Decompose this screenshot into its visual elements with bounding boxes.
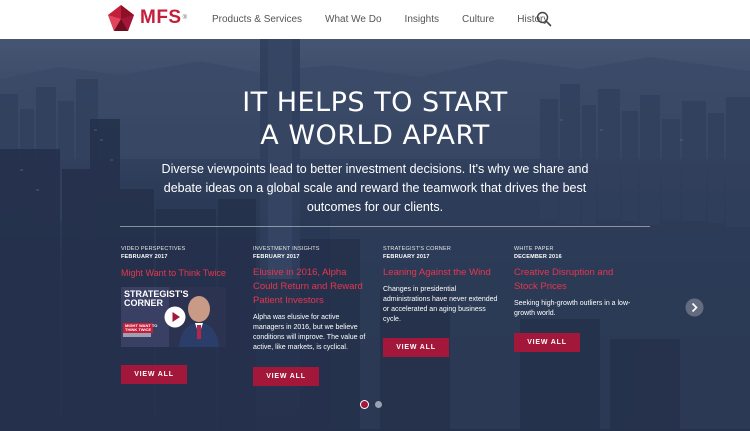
nav-culture[interactable]: Culture [462, 14, 494, 25]
nav-insights[interactable]: Insights [405, 14, 439, 25]
card-white-paper: WHITE PAPER DECEMBER 2016 Creative Disru… [514, 245, 632, 352]
card-title-link[interactable]: Creative Disruption and Stock Prices [514, 266, 632, 294]
mfs-logo-icon [108, 5, 134, 31]
card-video-perspectives: VIDEO PERSPECTIVES FEBRUARY 2017 Might W… [121, 245, 239, 384]
hero-divider [120, 226, 650, 227]
logo-registered-mark: ® [182, 15, 188, 21]
hero-section: IT HELPS TO START A WORLD APART Diverse … [0, 39, 750, 431]
hero-headline: IT HELPS TO START A WORLD APART [0, 86, 750, 152]
play-icon[interactable] [164, 306, 186, 328]
view-all-button[interactable]: VIEW ALL [121, 365, 187, 384]
card-date: FEBRUARY 2017 [121, 254, 168, 260]
card-title-link[interactable]: Elusive in 2016, Alpha Could Return and … [253, 266, 371, 308]
card-category: VIDEO PERSPECTIVES [121, 246, 186, 252]
view-all-button[interactable]: VIEW ALL [514, 333, 580, 352]
card-title-link[interactable]: Might Want to Think Twice [121, 266, 239, 280]
nav-products-services[interactable]: Products & Services [212, 14, 302, 25]
card-body: Alpha was elusive for active managers in… [253, 314, 366, 351]
view-all-button[interactable]: VIEW ALL [253, 367, 319, 386]
carousel-pagination [360, 400, 388, 409]
view-all-button[interactable]: VIEW ALL [383, 338, 449, 357]
carousel-dot-1[interactable] [360, 400, 369, 409]
card-body: Seeking high-growth outliers in a low-gr… [514, 300, 631, 317]
hero-subheading: Diverse viewpoints lead to better invest… [161, 162, 589, 214]
hero-headline-line2: A WORLD APART [260, 120, 490, 151]
carousel-dot-2[interactable] [375, 401, 382, 408]
card-category: WHITE PAPER [514, 246, 554, 252]
chevron-right-icon[interactable] [685, 298, 704, 317]
site-header: MFS ® Products & Services What We Do Ins… [0, 0, 750, 39]
card-title-link[interactable]: Leaning Against the Wind [383, 266, 501, 280]
mfs-logo[interactable]: MFS ® [106, 2, 187, 34]
search-icon[interactable] [536, 11, 552, 27]
main-nav: Products & Services What We Do Insights … [212, 0, 571, 39]
card-date: FEBRUARY 2017 [253, 254, 300, 260]
video-thumbnail[interactable]: STRATEGIST'S CORNER MIGHT WANT TO THINK … [121, 287, 226, 347]
card-date: FEBRUARY 2017 [383, 254, 430, 260]
card-strategists-corner: STRATEGIST'S CORNER FEBRUARY 2017 Leanin… [383, 245, 501, 357]
video-thumb-tag-line2: THINK TWICE [125, 327, 152, 332]
card-investment-insights: INVESTMENT INSIGHTS FEBRUARY 2017 Elusiv… [253, 245, 371, 386]
hero-headline-line1: IT HELPS TO START [242, 87, 508, 118]
card-date: DECEMBER 2016 [514, 254, 562, 260]
logo-text: MFS [140, 7, 182, 28]
card-body: Changes in presidential administrations … [383, 286, 498, 323]
card-category: STRATEGIST'S CORNER [383, 246, 452, 252]
video-thumb-title-line2: CORNER [124, 298, 164, 308]
card-category: INVESTMENT INSIGHTS [253, 246, 320, 252]
nav-what-we-do[interactable]: What We Do [325, 14, 382, 25]
